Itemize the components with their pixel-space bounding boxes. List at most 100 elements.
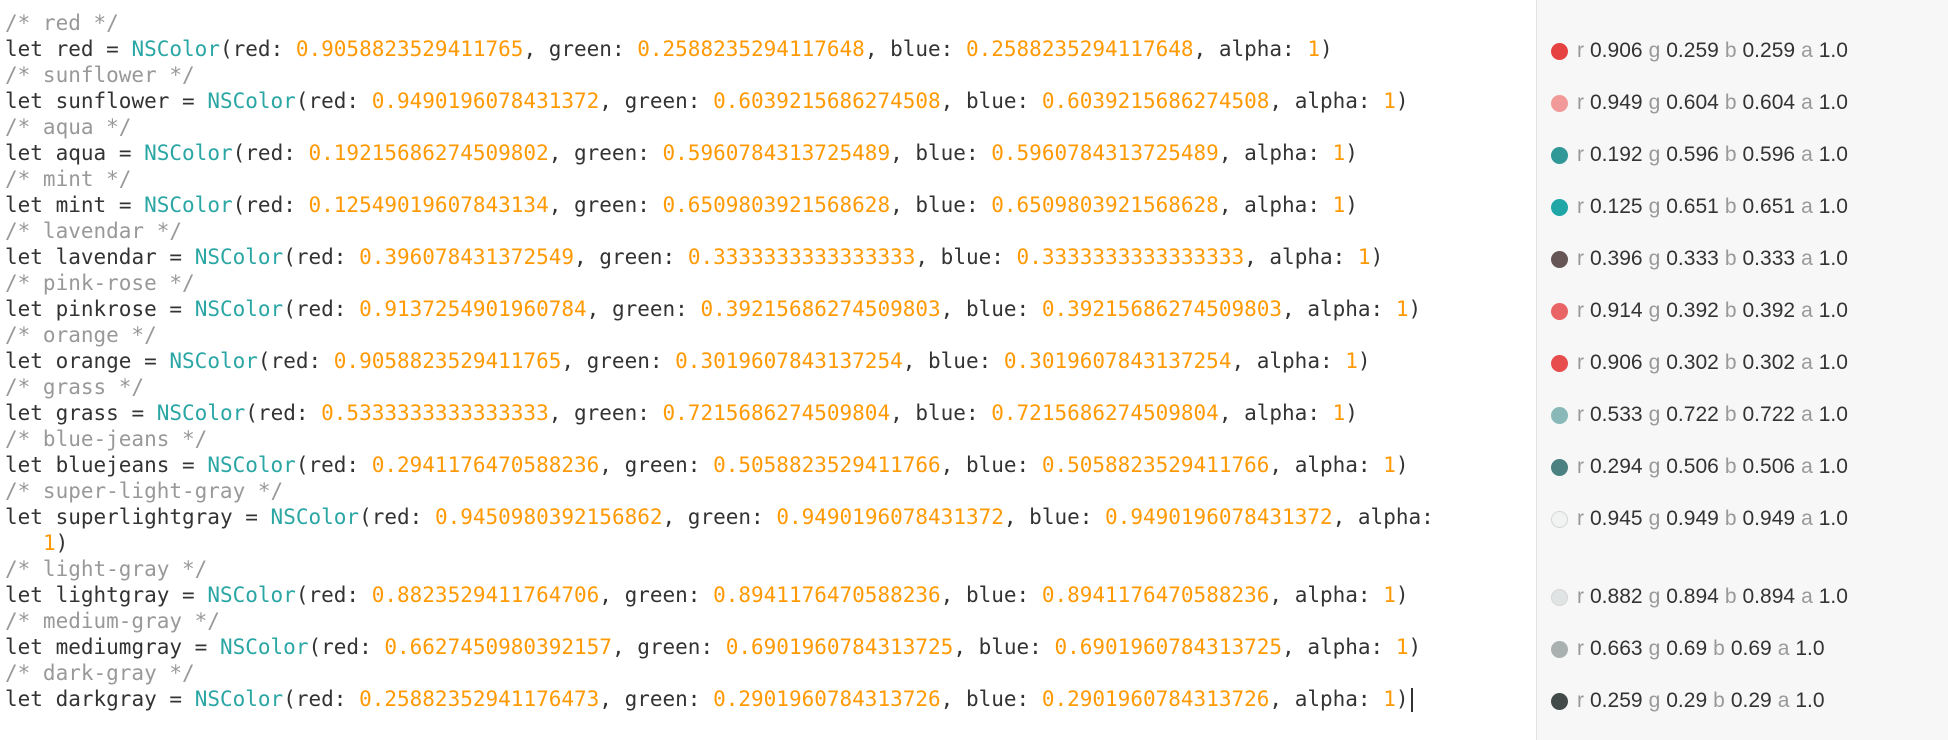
color-swatch-icon[interactable] bbox=[1551, 692, 1568, 710]
result-row[interactable]: r 0.125 g 0.651 b 0.651 a 1.0 bbox=[1551, 193, 1854, 221]
color-swatch-icon[interactable] bbox=[1551, 146, 1568, 164]
result-row[interactable]: r 0.259 g 0.29 b 0.29 a 1.0 bbox=[1551, 687, 1831, 715]
color-swatch-icon[interactable] bbox=[1551, 354, 1568, 372]
result-row[interactable]: r 0.882 g 0.894 b 0.894 a 1.0 bbox=[1551, 583, 1854, 611]
comment-line[interactable]: /* orange */ bbox=[5, 322, 157, 348]
result-row[interactable]: r 0.663 g 0.69 b 0.69 a 1.0 bbox=[1551, 635, 1831, 663]
code-editor[interactable]: /* red */let red = NSColor(red: 0.905882… bbox=[0, 0, 1536, 740]
variable-name: sunflower bbox=[55, 89, 170, 113]
component-label-b: b bbox=[1724, 455, 1737, 478]
code-line[interactable]: let aqua = NSColor(red: 0.19215686274509… bbox=[5, 140, 1358, 166]
close-paren: ) bbox=[1395, 583, 1409, 607]
type-name: NSColor bbox=[194, 297, 284, 321]
assignment-operator: = bbox=[156, 245, 195, 269]
color-swatch-icon[interactable] bbox=[1551, 510, 1568, 528]
code-line-continuation[interactable]: 1) bbox=[43, 530, 68, 556]
comment-line[interactable]: /* lavendar */ bbox=[5, 218, 182, 244]
component-value-r: 0.396 bbox=[1590, 247, 1643, 270]
result-row[interactable]: r 0.396 g 0.333 b 0.333 a 1.0 bbox=[1551, 245, 1854, 273]
comment-line[interactable]: /* blue-jeans */ bbox=[5, 426, 207, 452]
comment-line[interactable]: /* dark-gray */ bbox=[5, 660, 195, 686]
code-line[interactable]: let mediumgray = NSColor(red: 0.66274509… bbox=[5, 634, 1421, 660]
comment-line[interactable]: /* light-gray */ bbox=[5, 556, 207, 582]
comment-line[interactable]: /* red */ bbox=[5, 10, 119, 36]
arg-label-green: , green: bbox=[599, 453, 714, 477]
component-value-b: 0.722 bbox=[1742, 403, 1796, 426]
component-label-b: b bbox=[1724, 299, 1737, 322]
result-row[interactable]: r 0.192 g 0.596 b 0.596 a 1.0 bbox=[1551, 141, 1854, 169]
code-line[interactable]: let lightgray = NSColor(red: 0.882352941… bbox=[5, 582, 1409, 608]
comment-line[interactable]: /* aqua */ bbox=[5, 114, 131, 140]
code-line[interactable]: let grass = NSColor(red: 0.5333333333333… bbox=[5, 400, 1358, 426]
result-row[interactable]: r 0.533 g 0.722 b 0.722 a 1.0 bbox=[1551, 401, 1854, 429]
value-red: 0.9058823529411765 bbox=[333, 349, 562, 373]
comment-line[interactable]: /* sunflower */ bbox=[5, 62, 195, 88]
close-paren: ) bbox=[1320, 37, 1333, 61]
component-label-g: g bbox=[1648, 91, 1661, 114]
component-label-g: g bbox=[1648, 247, 1661, 270]
component-label-b: b bbox=[1724, 507, 1737, 530]
result-row[interactable]: r 0.914 g 0.392 b 0.392 a 1.0 bbox=[1551, 297, 1854, 325]
value-red: 0.9450980392156862 bbox=[434, 505, 663, 529]
color-swatch-icon[interactable] bbox=[1551, 250, 1568, 268]
result-row[interactable]: r 0.294 g 0.506 b 0.506 a 1.0 bbox=[1551, 453, 1854, 481]
code-line[interactable]: let mint = NSColor(red: 0.12549019607843… bbox=[5, 192, 1358, 218]
close-paren: ) bbox=[1345, 193, 1358, 217]
component-value-g: 0.333 bbox=[1666, 247, 1719, 270]
color-swatch-icon[interactable] bbox=[1551, 94, 1568, 112]
component-value-r: 0.945 bbox=[1590, 507, 1643, 530]
arg-label-red: red: bbox=[308, 583, 372, 607]
value-red: 0.12549019607843134 bbox=[308, 193, 549, 217]
result-row[interactable]: r 0.906 g 0.302 b 0.302 a 1.0 bbox=[1551, 349, 1854, 377]
value-alpha: 1 bbox=[1395, 635, 1409, 659]
result-row[interactable]: r 0.945 g 0.949 b 0.949 a 1.0 bbox=[1551, 505, 1854, 533]
color-swatch-icon[interactable] bbox=[1551, 302, 1568, 320]
result-row[interactable]: r 0.906 g 0.259 b 0.259 a 1.0 bbox=[1551, 37, 1854, 65]
assignment-operator: = bbox=[169, 89, 208, 113]
component-value-b: 0.604 bbox=[1742, 91, 1796, 114]
arg-label-red: red: bbox=[245, 141, 309, 165]
code-line[interactable]: let sunflower = NSColor(red: 0.949019607… bbox=[5, 88, 1409, 114]
color-swatch-icon[interactable] bbox=[1551, 198, 1568, 216]
color-swatch-icon[interactable] bbox=[1551, 640, 1568, 658]
component-value-b: 0.949 bbox=[1742, 507, 1796, 530]
component-label-g: g bbox=[1648, 299, 1661, 322]
arg-label-red: red: bbox=[257, 401, 322, 425]
type-name: NSColor bbox=[194, 687, 284, 711]
comment-line[interactable]: /* pink-rose */ bbox=[5, 270, 195, 296]
comment-line[interactable]: /* medium-gray */ bbox=[5, 608, 220, 634]
comment-line[interactable]: /* mint */ bbox=[5, 166, 131, 192]
type-name: NSColor bbox=[207, 453, 296, 477]
assignment-operator: = bbox=[182, 635, 220, 659]
component-label-r: r bbox=[1577, 585, 1584, 608]
code-line[interactable]: let superlightgray = NSColor(red: 0.9450… bbox=[5, 504, 1446, 530]
text-cursor bbox=[1410, 688, 1413, 712]
keyword-let: let bbox=[5, 453, 43, 477]
code-line[interactable]: let pinkrose = NSColor(red: 0.9137254901… bbox=[5, 296, 1421, 322]
code-line[interactable]: let bluejeans = NSColor(red: 0.294117647… bbox=[5, 452, 1409, 478]
variable-name: bluejeans bbox=[55, 453, 170, 477]
component-label-r: r bbox=[1577, 39, 1584, 62]
assignment-operator: = bbox=[156, 687, 195, 711]
value-alpha: 1 bbox=[1383, 583, 1396, 607]
value-green: 0.2901960784313726 bbox=[713, 687, 941, 711]
component-value-b: 0.69 bbox=[1730, 637, 1772, 660]
color-swatch-icon[interactable] bbox=[1551, 588, 1568, 606]
color-swatch-icon[interactable] bbox=[1551, 42, 1568, 60]
code-line[interactable]: let lavendar = NSColor(red: 0.3960784313… bbox=[5, 244, 1383, 270]
arg-label-alpha: , alpha: bbox=[1244, 245, 1358, 269]
color-swatch-icon[interactable] bbox=[1551, 458, 1568, 476]
code-line[interactable]: let orange = NSColor(red: 0.905882352941… bbox=[5, 348, 1371, 374]
component-value-a: 1.0 bbox=[1818, 351, 1848, 374]
comment-line[interactable]: /* grass */ bbox=[5, 374, 144, 400]
type-name: NSColor bbox=[144, 141, 233, 165]
assignment-operator: = bbox=[232, 505, 271, 529]
result-row[interactable]: r 0.949 g 0.604 b 0.604 a 1.0 bbox=[1551, 89, 1854, 117]
value-red: 0.396078431372549 bbox=[359, 245, 575, 269]
comment-line[interactable]: /* super-light-gray */ bbox=[5, 478, 283, 504]
playground-window: /* red */let red = NSColor(red: 0.905882… bbox=[0, 0, 1948, 740]
color-swatch-icon[interactable] bbox=[1551, 406, 1568, 424]
code-line[interactable]: let red = NSColor(red: 0.905882352941176… bbox=[5, 36, 1333, 62]
code-line[interactable]: let darkgray = NSColor(red: 0.2588235294… bbox=[5, 686, 1413, 712]
arg-label-blue: , blue: bbox=[953, 635, 1055, 659]
